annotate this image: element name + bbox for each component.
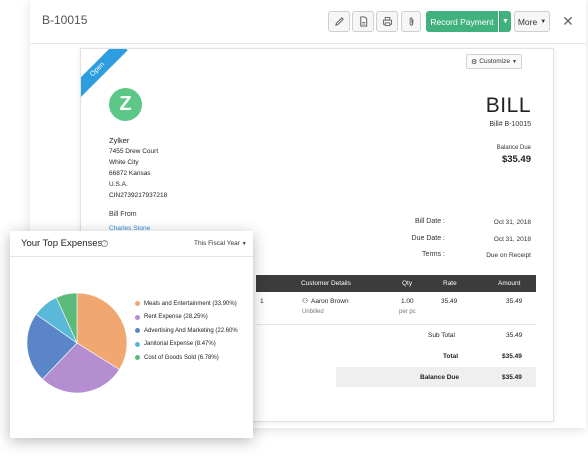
legend-item: Janitorial Expense (8.47%) <box>135 338 238 352</box>
subtotal-label: Sub Total <box>428 332 455 339</box>
address-line: 7455 Drew Court <box>109 148 159 155</box>
legend-swatch <box>135 341 140 347</box>
customize-button[interactable]: ⚙ Customize ▼ <box>466 54 522 69</box>
top-expenses-widget: Your Top Expenses ? This Fiscal Year ▼ M… <box>10 231 253 438</box>
edit-button[interactable] <box>328 11 350 32</box>
terms-label: Terms : <box>422 251 445 258</box>
paperclip-icon <box>409 17 413 26</box>
balance-due-total-value: $35.49 <box>502 374 522 381</box>
close-icon: ✕ <box>562 13 574 29</box>
gear-icon: ⚙ <box>471 58 478 66</box>
balance-due-total-label: Balance Due <box>420 374 460 381</box>
caret-down-icon: ▼ <box>512 58 517 65</box>
header-customer-details: Customer Details <box>301 280 351 287</box>
header-rate: Rate <box>443 280 457 287</box>
record-payment-button[interactable]: Record Payment <box>426 11 498 32</box>
info-icon[interactable]: ? <box>101 240 108 247</box>
legend-swatch <box>135 314 140 320</box>
widget-title: Your Top Expenses <box>21 238 103 249</box>
chart-legend: Meals and Entertainment (33.90%) Rent Exp… <box>135 297 238 365</box>
address-line: 66872 Kansas <box>109 170 151 177</box>
due-date-label: Due Date : <box>411 235 445 242</box>
period-select[interactable]: This Fiscal Year ▼ <box>194 240 247 247</box>
header-amount: Amount <box>498 280 521 287</box>
address-line: CIN2739217937218 <box>109 192 168 199</box>
organization-logo: Z <box>109 88 142 121</box>
legend-swatch <box>135 328 140 334</box>
print-button[interactable] <box>376 11 398 32</box>
caret-down-icon: ▼ <box>540 18 547 25</box>
legend-label: Advertising And Marketing (22.60% <box>144 327 238 334</box>
bill-from-label: Bill From <box>109 211 137 218</box>
attach-button[interactable] <box>401 11 421 32</box>
balance-due-label: Balance Due <box>496 145 531 151</box>
row-unit: per pc <box>399 309 416 315</box>
row-rate: 35.49 <box>441 298 458 305</box>
balance-due-value: $35.49 <box>501 154 531 165</box>
pdf-icon <box>359 16 367 27</box>
bill-date-label: Bill Date : <box>415 218 445 225</box>
widget-header: Your Top Expenses ? This Fiscal Year ▼ <box>10 231 253 257</box>
terms-value: Due on Receipt <box>486 252 531 259</box>
due-date-value: Oct 31, 2018 <box>493 236 531 243</box>
bill-toolbar: B-10015 Record Payment ▼ More ▼ ✕ <box>30 0 586 44</box>
bill-date-value: Oct 31, 2018 <box>493 219 531 226</box>
address-line: White City <box>109 159 139 166</box>
caret-down-icon: ▼ <box>502 18 509 25</box>
document-title: BILL <box>485 94 531 117</box>
legend-label: Rent Expense (28.25%) <box>144 314 208 321</box>
customize-label: Customize <box>479 58 511 65</box>
row-amount: 35.49 <box>506 298 523 305</box>
legend-item: Rent Expense (28.25%) <box>135 311 238 325</box>
more-button[interactable]: More ▼ <box>514 11 550 32</box>
legend-item: Cost of Goods Sold (6.78%) <box>135 351 238 365</box>
bill-id-heading: B-10015 <box>42 13 88 27</box>
customer-name: Aaron Brown <box>311 298 349 305</box>
pdf-button[interactable] <box>352 11 374 32</box>
legend-label: Cost of Goods Sold (6.78%) <box>144 354 219 361</box>
row-index: 1 <box>260 298 264 305</box>
legend-label: Janitorial Expense (8.47%) <box>144 341 216 348</box>
row-qty: 1.00 <box>401 298 414 305</box>
legend-swatch <box>135 301 140 307</box>
subtotal-value: 35.49 <box>506 332 523 339</box>
organization-address: Zylker 7455 Drew Court White City 66872 … <box>109 135 167 201</box>
legend-swatch <box>135 355 140 361</box>
more-label: More <box>517 16 538 27</box>
total-label: Total <box>443 353 459 360</box>
organization-name: Zylker <box>109 136 130 145</box>
total-value: $35.49 <box>502 353 522 360</box>
record-payment-dropdown[interactable]: ▼ <box>499 11 511 32</box>
legend-item: Advertising And Marketing (22.60% <box>135 324 238 338</box>
header-qty: Qty <box>402 280 413 287</box>
expenses-pie-chart <box>26 292 128 394</box>
table-row: 1 ⚇ Aaron Brown Unbilled 1.00 per pc 35.… <box>256 295 536 325</box>
user-icon: ⚇ <box>302 298 309 305</box>
period-label: This Fiscal Year <box>194 240 240 247</box>
bill-number: Bill# B-10015 <box>489 121 531 128</box>
items-table-header: Customer Details Qty Rate Amount <box>256 275 536 292</box>
close-button[interactable]: ✕ <box>560 11 576 32</box>
billing-status: Unbilled <box>302 309 324 315</box>
caret-down-icon: ▼ <box>241 241 247 247</box>
pencil-icon <box>334 17 344 26</box>
printer-icon <box>382 16 392 27</box>
address-line: U.S.A. <box>109 181 128 188</box>
legend-item: Meals and Entertainment (33.90%) <box>135 297 238 311</box>
legend-label: Meals and Entertainment (33.90%) <box>144 300 237 307</box>
